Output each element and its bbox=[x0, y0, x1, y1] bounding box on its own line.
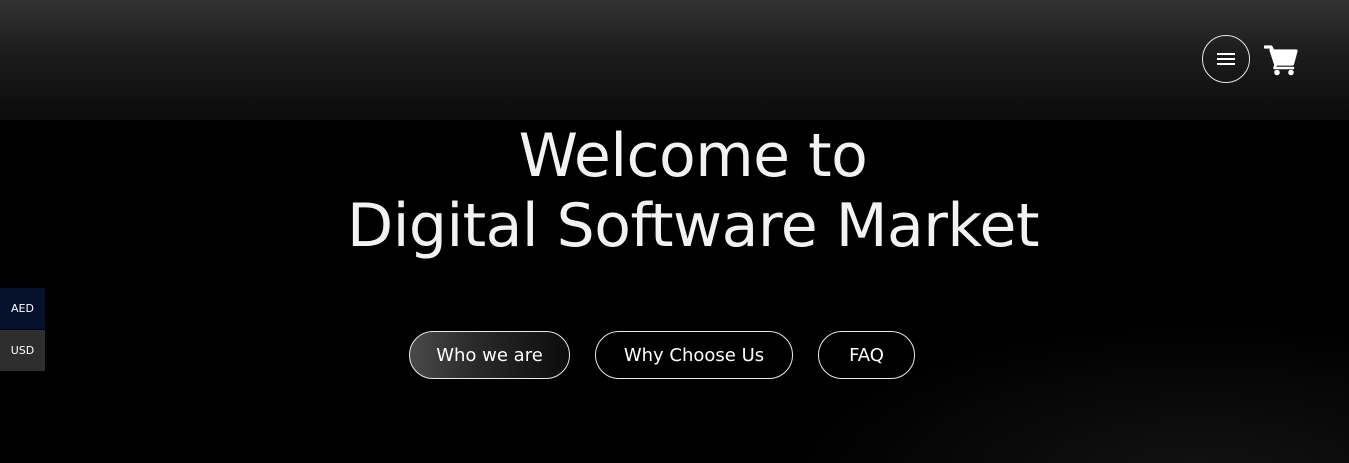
hamburger-icon bbox=[1217, 53, 1235, 65]
who-we-are-button[interactable]: Who we are bbox=[409, 331, 570, 379]
currency-usd-button[interactable]: USD bbox=[0, 330, 45, 371]
why-choose-us-button[interactable]: Why Choose Us bbox=[595, 331, 793, 379]
hero-title-line-2: Digital Software Market bbox=[347, 191, 1039, 261]
header-bar bbox=[0, 0, 1349, 120]
cart-button[interactable] bbox=[1263, 44, 1298, 76]
faq-button[interactable]: FAQ bbox=[818, 331, 915, 379]
menu-button[interactable] bbox=[1202, 35, 1250, 83]
page: Welcome to Digital Software Market Who w… bbox=[0, 0, 1349, 463]
hero-title: Welcome to Digital Software Market bbox=[0, 121, 1349, 261]
hero-title-line-1: Welcome to bbox=[518, 121, 868, 191]
shopping-cart-icon bbox=[1263, 45, 1298, 76]
currency-aed-button[interactable]: AED bbox=[0, 288, 45, 329]
